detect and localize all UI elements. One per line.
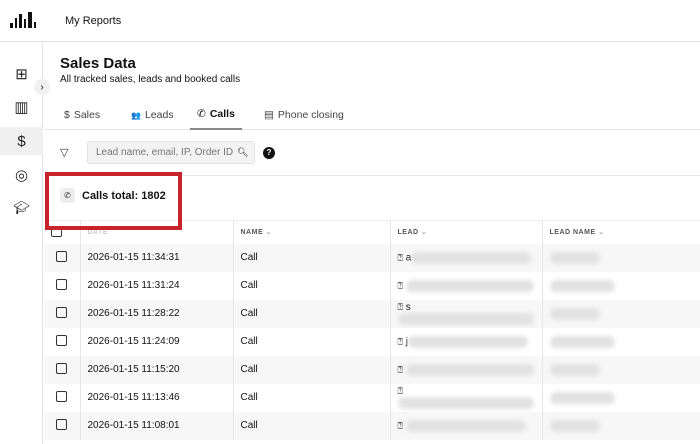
table-row[interactable]: 2026-01-15 11:24:09 Call ⍰ j <box>44 327 700 356</box>
table-row[interactable]: 2026-01-15 11:34:31 Call ⍰ a <box>44 243 700 272</box>
table-row[interactable]: 2026-01-15 11:15:20 Call ⍰ <box>44 355 700 384</box>
lead-name-cell <box>541 411 700 440</box>
table-row[interactable]: 2026-01-15 11:13:46 Call ⍰ <box>44 383 700 412</box>
redacted <box>549 419 600 432</box>
tab-calls[interactable]: ✆ Calls <box>190 100 242 130</box>
filter-icon[interactable]: ▽ <box>60 146 68 159</box>
row-checkbox[interactable] <box>44 272 80 300</box>
row-checkbox[interactable] <box>44 355 80 384</box>
highlight-box <box>45 172 182 230</box>
target-icon[interactable]: ◎ <box>0 161 43 189</box>
date-cell: 2026-01-15 11:24:09 <box>79 327 233 356</box>
redacted <box>411 251 532 264</box>
lead-cell[interactable]: ⍰ <box>389 411 542 440</box>
app-title: My Reports <box>65 15 122 27</box>
dollar-icon[interactable]: $ <box>0 127 43 155</box>
dollar-icon: $ <box>64 109 70 121</box>
redacted <box>549 391 615 404</box>
phone-closing-icon: ▤ <box>264 109 274 121</box>
redacted <box>405 419 526 432</box>
lead-cell[interactable]: ⍰ a <box>389 243 542 272</box>
lead-icon: ⍰ <box>397 420 403 431</box>
table-row[interactable]: 2026-01-15 11:31:24 Call ⍰ <box>44 271 700 300</box>
name-cell: Call <box>232 355 390 384</box>
name-cell: Call <box>232 411 390 440</box>
row-checkbox[interactable] <box>44 411 80 440</box>
lead-name-cell <box>541 271 700 300</box>
name-cell: Call <box>232 327 390 356</box>
date-cell: 2026-01-15 11:15:20 <box>79 355 233 384</box>
redacted <box>549 335 615 348</box>
date-cell: 2026-01-15 11:34:31 <box>79 243 233 272</box>
users-icon: 👥 <box>131 110 141 120</box>
column-header-name[interactable]: NAME ⌄ <box>232 220 390 244</box>
date-cell: 2026-01-15 11:31:24 <box>79 271 233 300</box>
page-subtitle: All tracked sales, leads and booked call… <box>60 74 241 85</box>
date-cell: 2026-01-15 11:28:22 <box>79 299 233 328</box>
tabs: $ Sales 👥 Leads ✆ Calls ▤ Phone closing <box>44 100 700 130</box>
page-title: Sales Data <box>60 55 136 72</box>
table-row[interactable]: 2026-01-15 11:08:01 Call ⍰ <box>44 411 700 440</box>
redacted <box>549 307 600 320</box>
search-icon[interactable]: 🔍︎ <box>237 147 248 158</box>
table-row[interactable]: 2026-01-15 11:28:22 Call ⍰ s <box>44 299 700 328</box>
name-cell: Call <box>232 299 390 328</box>
lead-name-cell <box>541 383 700 412</box>
lead-name-cell <box>541 355 700 384</box>
redacted <box>397 313 534 325</box>
lead-name-cell <box>541 299 700 328</box>
row-checkbox[interactable] <box>44 243 80 272</box>
lead-cell[interactable]: ⍰ s <box>389 299 542 328</box>
lead-cell[interactable]: ⍰ <box>389 271 542 300</box>
lead-icon: ⍰ <box>397 280 403 291</box>
name-cell: Call <box>232 271 390 300</box>
row-checkbox[interactable] <box>44 328 80 356</box>
redacted <box>397 397 534 409</box>
bar-chart-icon[interactable]: ▥ <box>0 93 43 121</box>
graduation-cap-icon[interactable]: 🎓︎ <box>0 194 43 222</box>
lead-cell[interactable]: ⍰ <box>389 383 542 412</box>
date-cell: 2026-01-15 11:08:01 <box>79 411 233 440</box>
lead-cell[interactable]: ⍰ <box>389 355 542 384</box>
lead-icon: ⍰ <box>397 386 403 396</box>
tab-leads[interactable]: 👥 Leads <box>131 100 174 130</box>
lead-name-cell <box>541 243 700 272</box>
redacted <box>549 279 615 292</box>
search-input[interactable] <box>87 141 255 164</box>
name-cell: Call <box>232 383 390 412</box>
lead-name-cell <box>541 327 700 356</box>
redacted <box>549 251 600 264</box>
row-checkbox[interactable] <box>44 299 80 328</box>
phone-icon: ✆ <box>197 108 206 120</box>
lead-icon: ⍰ <box>397 336 403 347</box>
column-header-lead-name[interactable]: LEAD NAME ⌄ <box>541 220 700 244</box>
column-header-lead[interactable]: LEAD ⌄ <box>389 220 542 244</box>
top-bar: My Reports <box>0 0 700 42</box>
calls-table: DATE NAME ⌄ LEAD ⌄ LEAD NAME ⌄ 2026-01-1… <box>44 220 700 440</box>
redacted <box>405 363 534 376</box>
redacted <box>549 363 600 376</box>
logo[interactable] <box>10 12 36 28</box>
tab-sales[interactable]: $ Sales <box>64 100 100 130</box>
lead-icon: ⍰ <box>397 364 403 375</box>
tab-phone-closing[interactable]: ▤ Phone closing <box>264 100 344 130</box>
row-checkbox[interactable] <box>44 384 80 412</box>
lead-icon: ⍰ <box>397 252 403 263</box>
lead-icon: ⍰ <box>397 302 403 312</box>
sidebar: ⊞ ▥ $ ◎ 🎓︎ <box>0 42 43 444</box>
help-icon[interactable]: ? <box>263 147 275 159</box>
redacted <box>407 335 528 348</box>
lead-cell[interactable]: ⍰ j <box>389 327 542 356</box>
expand-sidebar-button[interactable]: › <box>34 79 50 95</box>
date-cell: 2026-01-15 11:13:46 <box>79 383 233 412</box>
name-cell: Call <box>232 243 390 272</box>
redacted <box>405 279 534 292</box>
